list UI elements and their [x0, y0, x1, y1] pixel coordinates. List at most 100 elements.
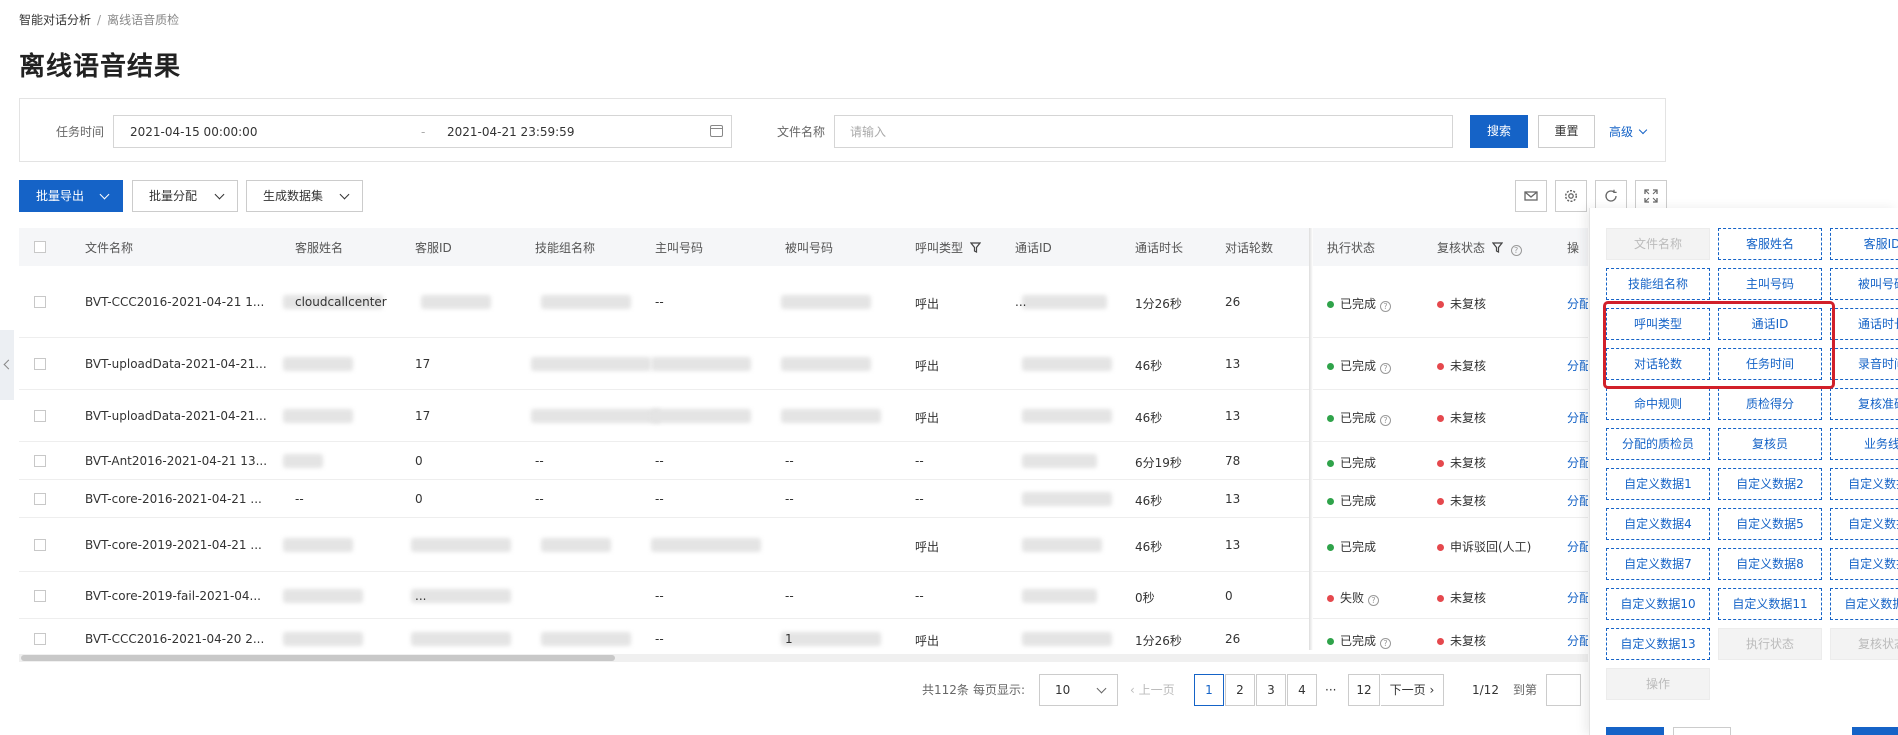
- help-icon[interactable]: ?: [1380, 638, 1392, 649]
- table-row[interactable]: BVT-uploadData-2021-04-21... 17 呼出 46秒 13 已完成…: [19, 338, 1588, 390]
- th-file-name[interactable]: 文件名称: [85, 239, 133, 256]
- search-button[interactable]: 搜索: [1470, 115, 1528, 148]
- mail-button[interactable]: [1515, 180, 1547, 212]
- column-tag[interactable]: 分配的质检员: [1606, 428, 1710, 460]
- row-checkbox[interactable]: [34, 455, 46, 467]
- table-row[interactable]: BVT-Ant2016-2021-04-21 13... 0 -- -- -- -- 6分1…: [19, 442, 1588, 480]
- column-tag[interactable]: 自定义数据5: [1718, 508, 1822, 540]
- advanced-toggle[interactable]: 高级: [1609, 123, 1648, 140]
- assign-link[interactable]: 分配: [1567, 454, 1588, 471]
- table-row[interactable]: BVT-core-2016-2021-04-21 ... -- 0 -- -- -- -- 4…: [19, 480, 1588, 518]
- column-tag[interactable]: 自定义数据9: [1830, 548, 1898, 580]
- goto-page-input[interactable]: [1546, 674, 1581, 706]
- page-1-button[interactable]: 1: [1194, 674, 1224, 706]
- batch-export-button[interactable]: 批量导出: [19, 180, 123, 212]
- th-call-type[interactable]: 呼叫类型: [915, 239, 982, 256]
- row-checkbox[interactable]: [34, 493, 46, 505]
- end-date-value[interactable]: 2021-04-21 23:59:59: [447, 125, 574, 139]
- scrollbar-thumb[interactable]: [21, 655, 615, 661]
- assign-link[interactable]: 分配: [1567, 409, 1588, 426]
- row-checkbox[interactable]: [34, 410, 46, 422]
- date-range-picker[interactable]: 2021-04-15 00:00:00 - 2021-04-21 23:59:5…: [113, 115, 732, 148]
- reset-button[interactable]: 重置: [1538, 115, 1595, 148]
- help-icon[interactable]: ?: [1510, 245, 1522, 256]
- start-date-value[interactable]: 2021-04-15 00:00:00: [130, 125, 257, 139]
- settings-button[interactable]: [1555, 180, 1587, 212]
- file-name-input[interactable]: [834, 115, 1453, 148]
- column-tag[interactable]: 技能组名称: [1606, 268, 1710, 300]
- assign-link[interactable]: 分配: [1567, 295, 1588, 312]
- help-icon[interactable]: ?: [1380, 363, 1392, 374]
- th-exec-status[interactable]: 执行状态: [1327, 239, 1375, 256]
- assign-link[interactable]: 分配: [1567, 357, 1588, 374]
- column-tag[interactable]: 自定义数据12: [1830, 588, 1898, 620]
- column-tag[interactable]: 复核准确: [1830, 388, 1898, 420]
- table-row[interactable]: BVT-CCC2016-2021-04-20 2... -- 1 呼出 1分26秒 26 已…: [19, 619, 1588, 650]
- column-tag[interactable]: 自定义数据1: [1606, 468, 1710, 500]
- page-12-button[interactable]: 12: [1348, 674, 1380, 706]
- th-skill-group[interactable]: 技能组名称: [535, 239, 595, 256]
- th-duration[interactable]: 通话时长: [1135, 239, 1183, 256]
- panel-apply-button[interactable]: [1852, 727, 1898, 735]
- row-checkbox[interactable]: [34, 358, 46, 370]
- th-call-id[interactable]: 通话ID: [1015, 239, 1052, 256]
- column-tag[interactable]: 复核员: [1718, 428, 1822, 460]
- table-row[interactable]: BVT-CCC2016-2021-04-21 1... cloudcallcent…: [19, 266, 1588, 338]
- th-review-status[interactable]: 复核状态 ?: [1437, 239, 1522, 256]
- page-size-select[interactable]: 10: [1039, 674, 1118, 706]
- column-tag[interactable]: 自定义数据7: [1606, 548, 1710, 580]
- page-4-button[interactable]: 4: [1287, 674, 1317, 706]
- panel-confirm-button[interactable]: [1606, 727, 1664, 735]
- filter-icon[interactable]: [969, 242, 982, 253]
- assign-link[interactable]: 分配: [1567, 632, 1588, 649]
- row-checkbox[interactable]: [34, 539, 46, 551]
- column-tag[interactable]: 通话时长: [1830, 308, 1898, 340]
- select-all-checkbox[interactable]: [34, 241, 46, 253]
- th-caller[interactable]: 主叫号码: [655, 239, 703, 256]
- column-tag[interactable]: 自定义数据8: [1718, 548, 1822, 580]
- th-callee[interactable]: 被叫号码: [785, 239, 833, 256]
- row-checkbox[interactable]: [34, 296, 46, 308]
- column-tag[interactable]: 自定义数据11: [1718, 588, 1822, 620]
- sidebar-collapse-handle[interactable]: [0, 330, 14, 400]
- column-tag[interactable]: 自定义数据2: [1718, 468, 1822, 500]
- table-row[interactable]: BVT-uploadData-2021-04-21... 17 呼出 46秒 13 已完成…: [19, 390, 1588, 442]
- column-tag[interactable]: 自定义数据10: [1606, 588, 1710, 620]
- next-page-button[interactable]: 下一页 ›: [1381, 674, 1444, 706]
- horizontal-scrollbar[interactable]: [19, 654, 1588, 662]
- filter-icon[interactable]: [1491, 242, 1504, 253]
- column-tag[interactable]: 业务线: [1830, 428, 1898, 460]
- column-tag[interactable]: 命中规则: [1606, 388, 1710, 420]
- column-tag[interactable]: 录音时间: [1830, 348, 1898, 380]
- assign-link[interactable]: 分配: [1567, 492, 1588, 509]
- prev-page-button[interactable]: ‹ 上一页: [1130, 674, 1175, 706]
- table-row[interactable]: BVT-core-2019-fail-2021-04...... -- -- -- 0秒…: [19, 572, 1588, 619]
- help-icon[interactable]: ?: [1380, 301, 1392, 312]
- row-checkbox[interactable]: [34, 633, 46, 645]
- column-tag[interactable]: 客服ID: [1830, 228, 1898, 260]
- column-tag[interactable]: 被叫号码: [1830, 268, 1898, 300]
- page-2-button[interactable]: 2: [1225, 674, 1255, 706]
- calendar-icon[interactable]: [710, 125, 723, 137]
- row-checkbox[interactable]: [34, 590, 46, 602]
- assign-link[interactable]: 分配: [1567, 538, 1588, 555]
- th-agent-name[interactable]: 客服姓名: [295, 239, 343, 256]
- column-tag[interactable]: 自定义数据4: [1606, 508, 1710, 540]
- panel-cancel-button[interactable]: [1673, 727, 1731, 735]
- column-tag[interactable]: 自定义数据13: [1606, 628, 1710, 660]
- help-icon[interactable]: ?: [1380, 415, 1392, 426]
- column-tag[interactable]: 主叫号码: [1718, 268, 1822, 300]
- column-tag[interactable]: 自定义数据3: [1830, 468, 1898, 500]
- column-tag[interactable]: 客服姓名: [1718, 228, 1822, 260]
- th-agent-id[interactable]: 客服ID: [415, 239, 452, 256]
- generate-dataset-button[interactable]: 生成数据集: [246, 180, 363, 212]
- help-icon[interactable]: ?: [1368, 595, 1380, 606]
- th-turns[interactable]: 对话轮数: [1225, 239, 1273, 256]
- page-3-button[interactable]: 3: [1256, 674, 1286, 706]
- column-tag[interactable]: 自定义数据6: [1830, 508, 1898, 540]
- column-tag[interactable]: 质检得分: [1718, 388, 1822, 420]
- breadcrumb-parent[interactable]: 智能对话分析: [19, 13, 91, 27]
- batch-assign-button[interactable]: 批量分配: [132, 180, 238, 212]
- table-row[interactable]: BVT-core-2019-2021-04-21 ... 呼出 46秒 13 已完成 申诉…: [19, 518, 1588, 572]
- assign-link[interactable]: 分配: [1567, 589, 1588, 606]
